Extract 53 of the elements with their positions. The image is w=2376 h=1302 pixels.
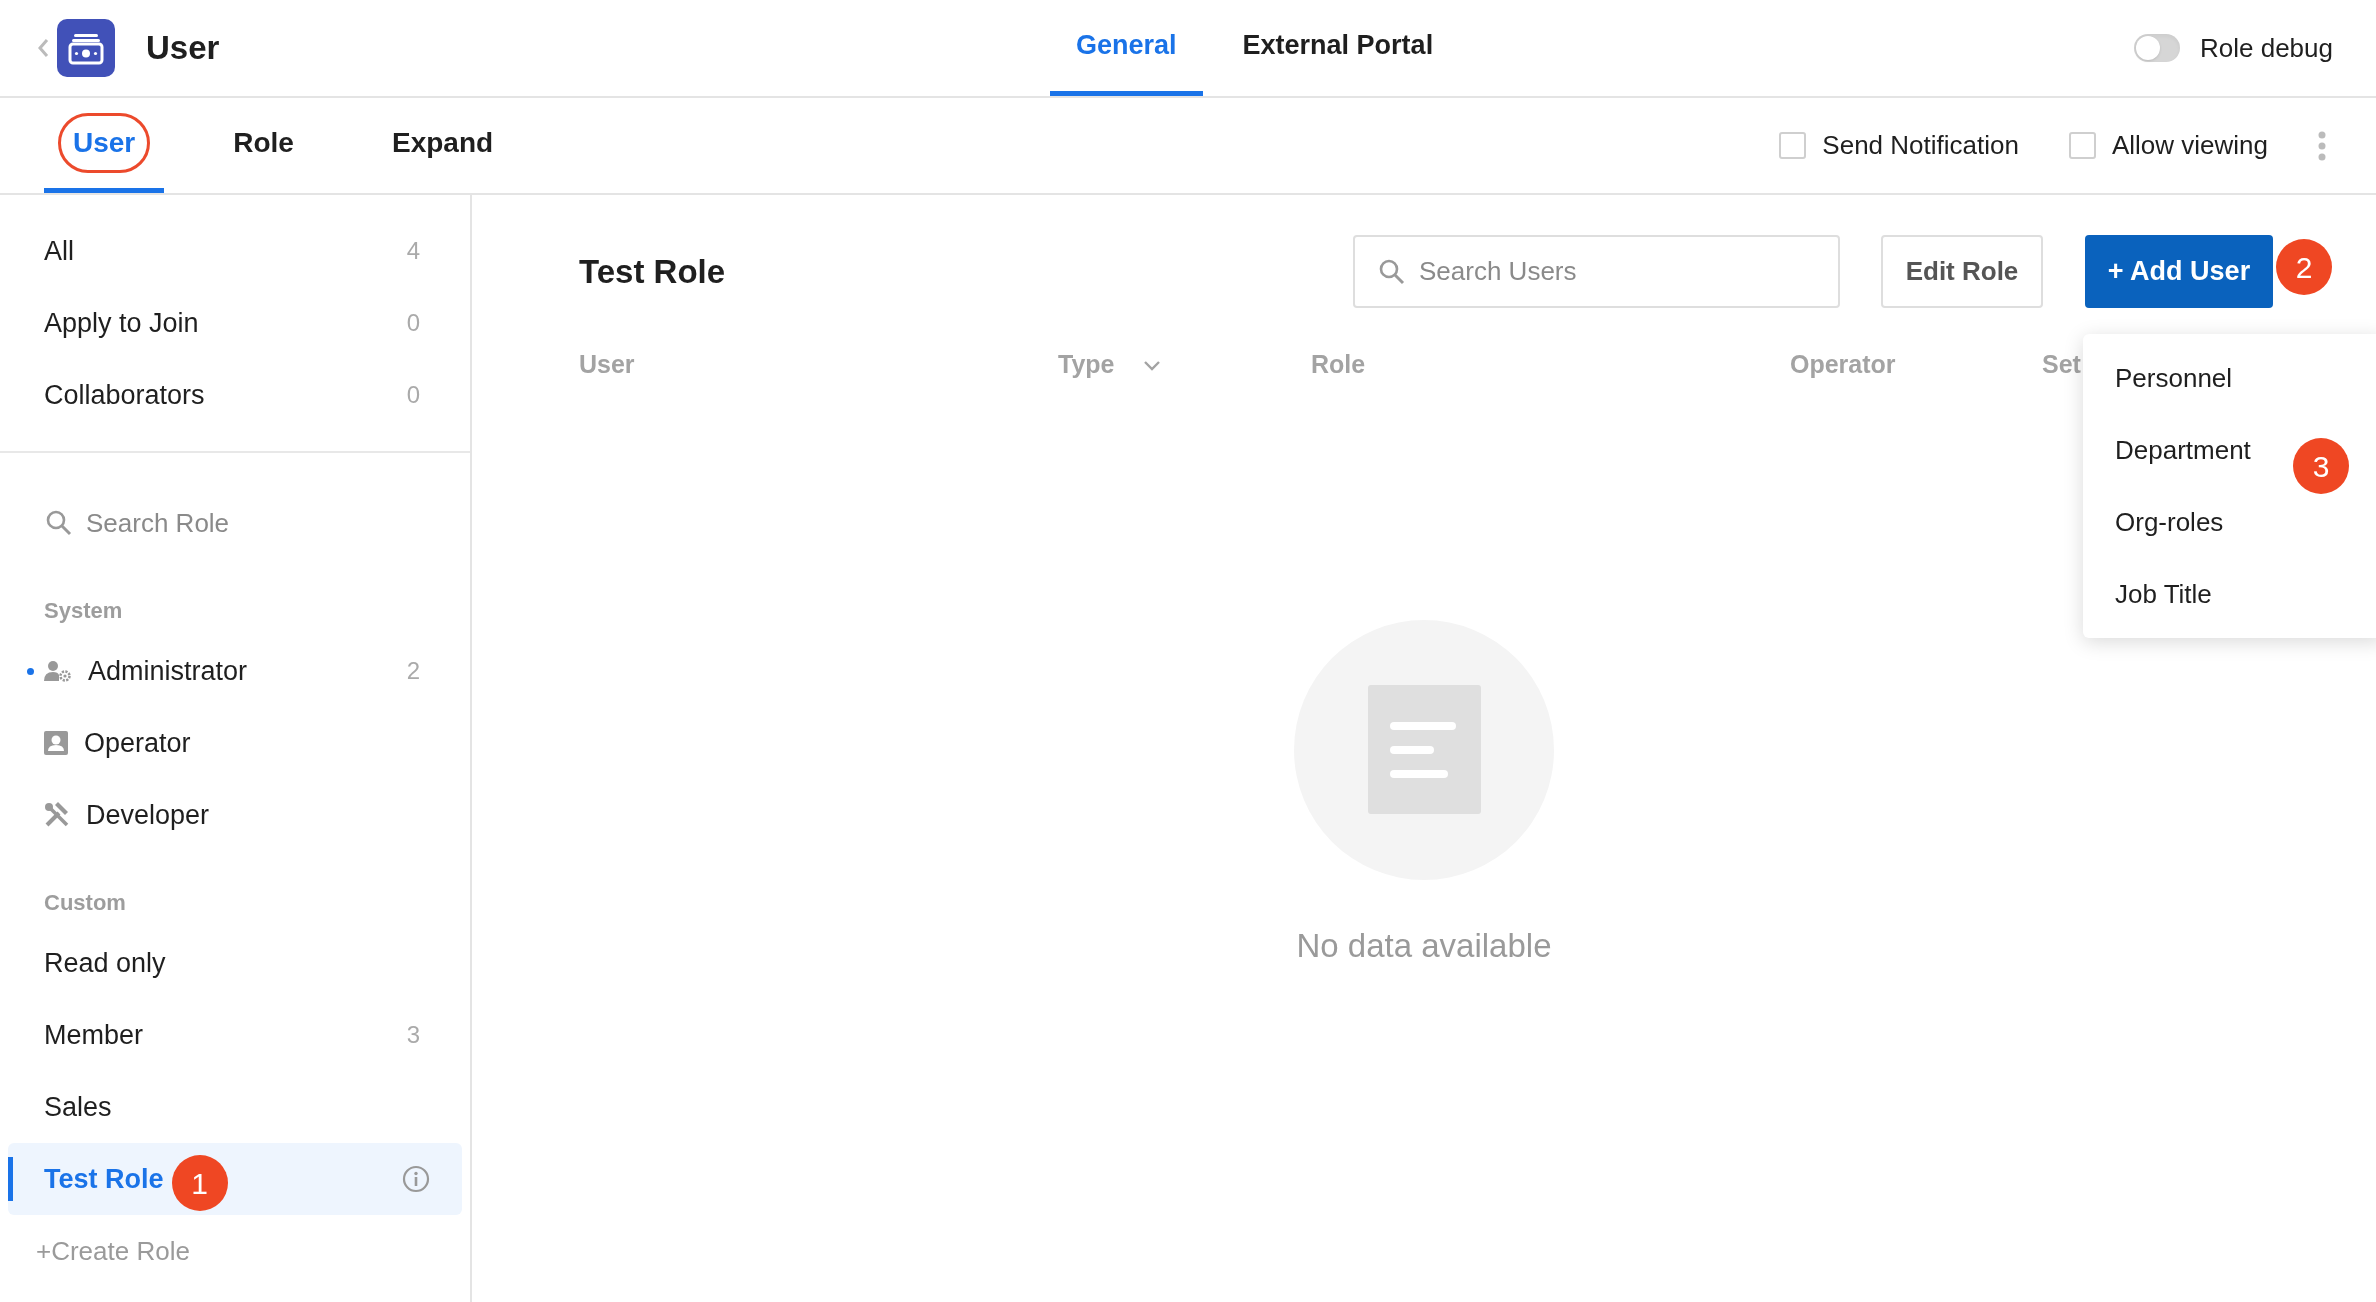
page-title: User [146, 28, 220, 69]
tools-icon [44, 802, 70, 828]
role-item[interactable]: Sales [0, 1071, 470, 1143]
role-item[interactable]: Operator [0, 707, 470, 779]
nav-tab[interactable]: General [1050, 0, 1203, 96]
more-options-icon[interactable] [2318, 130, 2326, 161]
menu-item[interactable]: Job Title [2115, 574, 2212, 614]
role-debug-toggle[interactable] [2134, 34, 2180, 62]
info-icon[interactable] [402, 1165, 430, 1193]
column-header: User [579, 349, 635, 381]
user-search-field[interactable]: Search Users [1353, 235, 1840, 308]
toggle-label: Role debug [2200, 31, 2333, 65]
menu-item[interactable]: Department [2115, 430, 2251, 470]
role-item[interactable]: Developer [0, 779, 470, 851]
nav-tab[interactable]: External Portal [1216, 0, 1460, 96]
number-badge: 2 [2276, 239, 2332, 295]
app-icon [57, 19, 115, 77]
id-card-icon [44, 731, 68, 755]
user-gear-icon [44, 659, 72, 683]
filter-item[interactable]: Collaborators 0 [0, 359, 470, 431]
group-label: Custom [43, 888, 127, 917]
column-header: Operator [1790, 349, 1896, 381]
back-chevron-icon[interactable] [36, 37, 50, 59]
checkbox-option[interactable]: Allow viewing [2068, 126, 2268, 165]
filter-item[interactable]: All 4 [0, 215, 470, 287]
filter-item[interactable]: Apply to Join 0 [0, 287, 470, 359]
menu-item[interactable]: Org-roles [2115, 502, 2224, 542]
checkbox[interactable] [1779, 132, 1807, 159]
column-header: Role [1311, 349, 1366, 381]
role-title: Test Role [579, 251, 726, 292]
empty-message: No data available [1296, 926, 1552, 966]
empty-document-icon [1294, 620, 1554, 880]
number-badge: 1 [171, 1155, 228, 1211]
role-item[interactable]: Administrator 2 [0, 635, 470, 707]
sub-tab[interactable]: Expand [362, 98, 523, 193]
menu-item[interactable]: Personnel [2115, 358, 2233, 398]
chevron-down-icon[interactable] [1142, 359, 1161, 371]
role-item[interactable]: Member 3 [0, 999, 470, 1071]
add-user-button[interactable]: + Add User [2085, 235, 2273, 308]
number-badge: 3 [2293, 438, 2349, 494]
search-icon [46, 510, 72, 536]
edit-role-button[interactable]: Edit Role [1881, 235, 2043, 308]
search-input[interactable]: Search Users [1419, 252, 1838, 291]
role-item[interactable]: Read only [0, 927, 470, 999]
role-item[interactable]: Test Role 1 [8, 1143, 462, 1215]
sub-tab[interactable]: Role [204, 98, 323, 193]
checkbox[interactable] [2068, 132, 2096, 159]
search-icon [1379, 258, 1405, 285]
column-header: Set [2042, 349, 2081, 381]
sub-tab[interactable]: User [44, 98, 165, 193]
checkbox-option[interactable]: Send Notification [1779, 126, 2019, 165]
group-label: System [43, 596, 124, 625]
role-search-field[interactable]: Search Role [86, 503, 450, 543]
